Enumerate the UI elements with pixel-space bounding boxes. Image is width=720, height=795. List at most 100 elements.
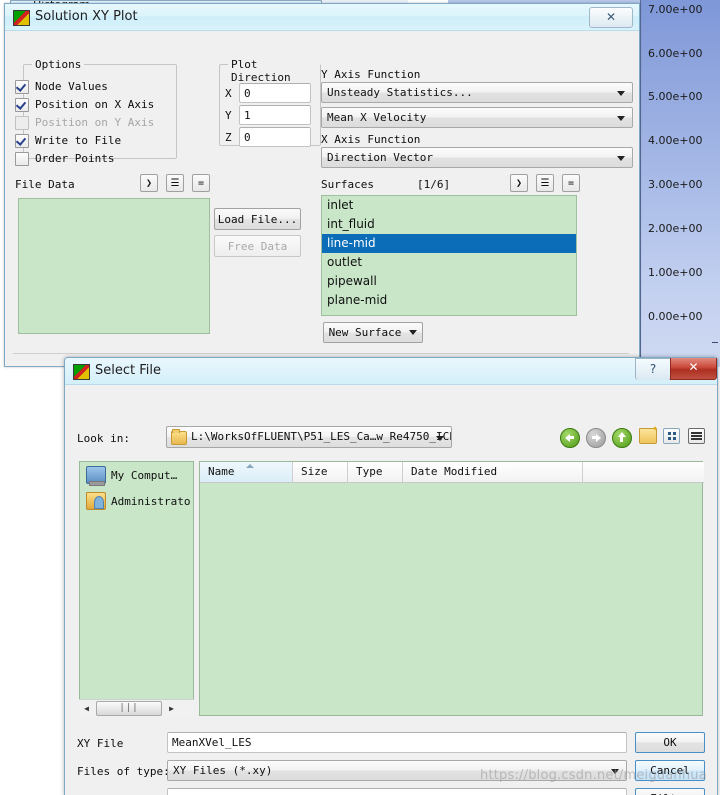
y-axis-category-value: Unsteady Statistics...: [327, 86, 473, 99]
surfaces-count: [1/6]: [417, 178, 451, 191]
file-data-match-icon[interactable]: =: [192, 174, 210, 192]
forward-icon: [586, 428, 606, 448]
surfaces-listbox[interactable]: inlet int_fluid line-mid outlet pipewall plan…: [321, 195, 577, 316]
option-label: Node Values: [35, 80, 108, 93]
plot-direction-x-input[interactable]: 0: [239, 83, 311, 103]
places-sidebar[interactable]: My Comput… Administrato: [79, 461, 194, 716]
new-surface-label: New Surface: [328, 326, 402, 339]
places-item-label: Administrato: [111, 494, 191, 508]
look-in-path-value: L:\WorksOfFLUENT\P51_LES_Ca…w_Re4750_ICE…: [191, 430, 451, 443]
axis-tick-label: 7.00e+00: [648, 3, 703, 16]
column-header-size[interactable]: Size: [293, 462, 348, 482]
list-item[interactable]: pipewall: [322, 272, 576, 291]
select-file-titlebar[interactable]: Select File ? ✕: [65, 358, 717, 385]
close-icon[interactable]: ✕: [670, 358, 717, 380]
column-header-label: Date Modified: [411, 465, 498, 478]
option-label: Order Points: [35, 152, 115, 165]
new-folder-icon[interactable]: ✦: [639, 424, 658, 446]
load-file-button[interactable]: Load File...: [214, 208, 301, 230]
column-header-label: Type: [356, 465, 383, 478]
fluent-app-icon: [13, 10, 30, 26]
y-axis-category-combo[interactable]: Unsteady Statistics...: [321, 82, 633, 103]
places-item[interactable]: Administrato: [80, 488, 193, 514]
column-header-name[interactable]: Name: [200, 462, 293, 482]
scroll-thumb[interactable]: |||: [96, 700, 162, 716]
list-item[interactable]: int_fluid: [322, 215, 576, 234]
list-item[interactable]: line-mid: [322, 234, 576, 253]
ok-button[interactable]: OK: [635, 732, 705, 753]
fluent-app-icon: [73, 364, 90, 380]
places-item-label: My Comput…: [111, 468, 178, 482]
up-icon[interactable]: [612, 428, 632, 448]
xy-file-input[interactable]: MeanXVel_LES: [167, 732, 627, 753]
file-data-label: File Data: [15, 178, 75, 191]
free-data-button[interactable]: Free Data: [214, 235, 301, 257]
axis-tick-label: 0.00e+00: [648, 310, 703, 323]
surfaces-filter-icon[interactable]: ❯: [510, 174, 528, 192]
look-in-label: Look in:: [77, 432, 130, 445]
chevron-down-icon: [617, 116, 625, 121]
scroll-right-icon[interactable]: ▶: [164, 701, 179, 716]
file-data-list-icon[interactable]: ☰: [166, 174, 184, 192]
places-item[interactable]: My Comput…: [80, 462, 193, 488]
new-surface-button[interactable]: New Surface: [323, 322, 423, 343]
chevron-down-icon: [436, 436, 444, 441]
list-view-icon[interactable]: [688, 428, 706, 446]
axis-tick-label: 2.00e+00: [648, 222, 703, 235]
button-row-divider: [13, 353, 629, 354]
plot-direction-z-input[interactable]: 0: [239, 127, 311, 147]
option-node-values[interactable]: Node Values: [15, 78, 108, 95]
y-axis-variable-value: Mean X Velocity: [327, 111, 427, 124]
file-data-filter-icon[interactable]: ❯: [140, 174, 158, 192]
watermark-text: https://blog.csdn.net/meiguanhua: [480, 768, 707, 783]
user-folder-icon: [86, 492, 106, 510]
option-label: Position on X Axis: [35, 98, 155, 111]
scroll-left-icon[interactable]: ◀: [79, 701, 94, 716]
solution-xy-plot-window[interactable]: Solution XY Plot ✕ Options Node Values Po…: [4, 3, 640, 384]
back-icon[interactable]: [560, 428, 580, 448]
column-header-date-modified[interactable]: Date Modified: [403, 462, 583, 482]
axis-tick-label: 6.00e+00: [648, 47, 703, 60]
axis-minor-tick: [712, 342, 718, 343]
filter-string-input[interactable]: [167, 788, 627, 795]
close-icon[interactable]: ✕: [589, 7, 633, 28]
solution-xy-plot-body: Options Node Values Position on X Axis Pos…: [5, 31, 639, 384]
file-list-view[interactable]: Name Size Type Date Modified: [199, 461, 704, 716]
checkbox-icon[interactable]: [15, 133, 29, 148]
column-header-type[interactable]: Type: [348, 462, 403, 482]
list-item[interactable]: plane-mid: [322, 291, 576, 310]
y-axis-function-label: Y Axis Function: [321, 68, 421, 81]
list-item[interactable]: outlet: [322, 253, 576, 272]
checkbox-icon[interactable]: [15, 79, 29, 94]
files-of-type-label: Files of type:: [77, 765, 170, 778]
look-in-path-combo[interactable]: L:\WorksOfFLUENT\P51_LES_Ca…w_Re4750_ICE…: [166, 426, 452, 448]
x-axis-function-combo[interactable]: Direction Vector: [321, 147, 633, 168]
solution-xy-plot-titlebar[interactable]: Solution XY Plot ✕: [5, 4, 639, 31]
option-position-on-y-axis: Position on Y Axis: [15, 114, 154, 131]
option-label: Write to File: [35, 134, 122, 147]
checkbox-icon[interactable]: [15, 151, 29, 166]
plot-direction-x-label: X: [225, 87, 232, 100]
select-file-dialog[interactable]: Select File ? ✕ Look in: L:\WorksOfFLUEN…: [64, 357, 718, 795]
filter-button[interactable]: Filter: [635, 788, 705, 795]
file-list-header: Name Size Type Date Modified: [200, 462, 704, 483]
axis-tick-label: 5.00e+00: [648, 90, 703, 103]
help-icon[interactable]: ?: [635, 358, 671, 380]
surfaces-match-icon[interactable]: =: [562, 174, 580, 192]
places-sidebar-hscrollbar[interactable]: ◀ ||| ▶: [79, 699, 194, 716]
surfaces-label: Surfaces: [321, 178, 374, 191]
select-file-title: Select File: [95, 363, 161, 378]
option-write-to-file[interactable]: Write to File: [15, 132, 121, 149]
list-item[interactable]: inlet: [322, 196, 576, 215]
option-position-on-x-axis[interactable]: Position on X Axis: [15, 96, 154, 113]
x-axis-function-value: Direction Vector: [327, 151, 433, 164]
surfaces-list-icon[interactable]: ☰: [536, 174, 554, 192]
checkbox-icon[interactable]: [15, 97, 29, 112]
option-order-points[interactable]: Order Points: [15, 150, 114, 167]
axis-tick-label: 3.00e+00: [648, 178, 703, 191]
y-axis-variable-combo[interactable]: Mean X Velocity: [321, 107, 633, 128]
file-data-listbox[interactable]: [18, 198, 210, 334]
grid-view-icon[interactable]: [663, 428, 681, 446]
axis-tick-label: 4.00e+00: [648, 134, 703, 147]
plot-direction-y-input[interactable]: 1: [239, 105, 311, 125]
